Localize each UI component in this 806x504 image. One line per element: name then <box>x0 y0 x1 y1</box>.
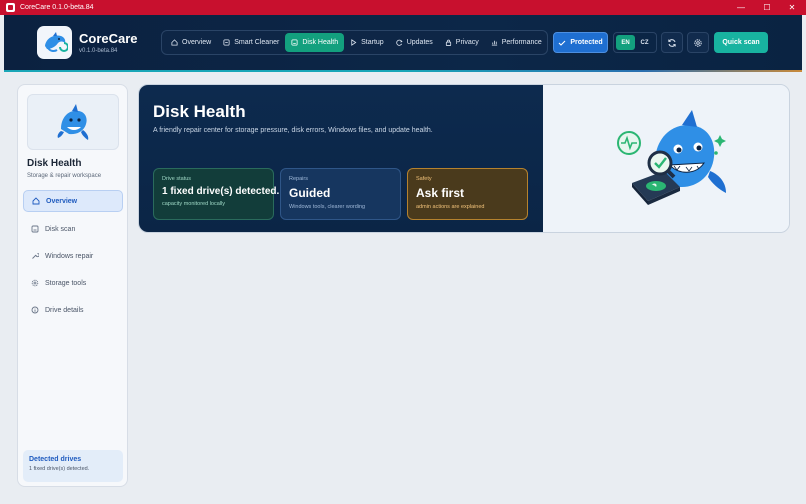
dolphin-mascot-icon <box>57 104 89 140</box>
safety-note: admin actions are explained <box>416 204 485 210</box>
tab-startup[interactable]: Startup <box>344 33 390 52</box>
home-icon <box>171 39 178 46</box>
home-icon <box>32 197 40 205</box>
info-icon <box>31 306 39 314</box>
brand-logo <box>37 26 72 59</box>
disk-icon <box>291 39 298 46</box>
detected-drives-detail: 1 fixed drive(s) detected. <box>29 466 90 472</box>
minimize-button[interactable]: — <box>729 0 753 15</box>
safety-label: Safety <box>416 176 432 182</box>
refresh-button[interactable] <box>661 32 683 53</box>
tab-performance[interactable]: Performance <box>485 33 548 52</box>
tab-privacy[interactable]: Privacy <box>439 33 485 52</box>
drive-status-note: capacity monitored locally <box>162 201 225 207</box>
brand-name: CoreCare <box>79 31 138 46</box>
tab-smart-cleaner[interactable]: Smart Cleaner <box>217 33 285 52</box>
gear-icon <box>694 38 702 47</box>
tab-overview[interactable]: Overview <box>165 33 217 52</box>
sidebar-item-disk-scan[interactable]: Disk scan <box>23 218 123 240</box>
tab-disk-health[interactable]: Disk Health <box>285 33 345 52</box>
safety-card: Safety Ask first admin actions are expla… <box>407 168 528 220</box>
language-switch: EN CZ <box>613 32 657 53</box>
repairs-note: Windows tools, clearer wording <box>289 204 366 210</box>
bar-chart-icon <box>491 40 497 46</box>
lang-en-button[interactable]: EN <box>616 35 635 50</box>
lock-icon <box>445 39 451 46</box>
drive-status-value: 1 fixed drive(s) detected. <box>162 186 280 197</box>
sidebar-item-storage-tools[interactable]: Storage tools <box>23 272 123 294</box>
hero-description: A friendly repair center for storage pre… <box>153 127 433 134</box>
sidebar: Disk Health Storage & repair workspace O… <box>17 84 128 487</box>
refresh-icon <box>668 38 676 47</box>
sidebar-item-drive-details[interactable]: Drive details <box>23 299 123 321</box>
drive-status-label: Drive status <box>162 176 192 182</box>
hero-illustration <box>543 85 789 232</box>
hero-title: Disk Health <box>153 102 246 121</box>
quick-scan-button[interactable]: Quick scan <box>714 32 768 53</box>
wrench-icon <box>32 253 39 259</box>
disk-health-hero: Disk Health A friendly repair center for… <box>138 84 790 233</box>
sidebar-item-overview[interactable]: Overview <box>23 190 123 212</box>
main-nav: Overview Smart Cleaner Disk Health Start… <box>161 30 548 55</box>
sidebar-subtitle: Storage & repair workspace <box>27 173 102 179</box>
title-bar: CoreCare 0.1.0-beta.84 — ☐ ✕ <box>0 0 806 15</box>
sidebar-title: Disk Health <box>27 158 82 169</box>
hero-panel: Disk Health A friendly repair center for… <box>139 85 543 232</box>
check-icon <box>558 40 566 46</box>
dolphin-logo-icon <box>44 31 68 52</box>
tab-updates[interactable]: Updates <box>390 33 439 52</box>
scan-icon <box>31 225 39 233</box>
sidebar-item-windows-repair[interactable]: Windows repair <box>23 245 123 267</box>
header-accent-bar <box>4 70 802 72</box>
repairs-value: Guided <box>289 186 331 200</box>
play-icon <box>351 39 357 46</box>
repairs-label: Repairs <box>289 176 308 182</box>
brand-version: v0.1.0-beta.84 <box>79 48 118 54</box>
sidebar-mascot <box>27 94 119 150</box>
gear-icon <box>31 279 39 287</box>
repairs-card: Repairs Guided Windows tools, clearer wo… <box>280 168 401 220</box>
lang-cz-button[interactable]: CZ <box>635 35 654 50</box>
broom-icon <box>223 39 230 46</box>
maximize-button[interactable]: ☐ <box>755 0 779 15</box>
settings-button[interactable] <box>687 32 709 53</box>
app-window: CoreCare 0.1.0-beta.84 — ☐ ✕ CoreCare v0… <box>0 0 806 504</box>
safety-value: Ask first <box>416 186 465 200</box>
window-title: CoreCare 0.1.0-beta.84 <box>20 4 94 11</box>
refresh-icon <box>396 39 403 46</box>
dolphin-disk-illustration-icon <box>617 109 726 205</box>
detected-drives-panel: Detected drives 1 fixed drive(s) detecte… <box>23 450 123 482</box>
protected-button[interactable]: Protected <box>553 32 608 53</box>
detected-drives-title: Detected drives <box>29 456 82 463</box>
drive-status-card: Drive status 1 fixed drive(s) detected. … <box>153 168 280 220</box>
close-button[interactable]: ✕ <box>780 0 804 15</box>
app-icon <box>6 3 15 12</box>
